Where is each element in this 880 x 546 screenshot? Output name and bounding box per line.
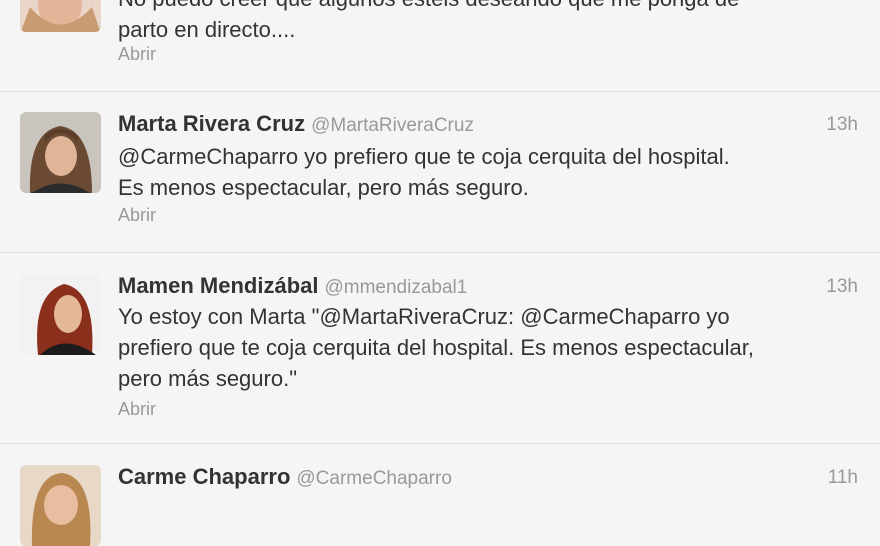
author-name[interactable]: Marta Rivera Cruz @MartaRiveraCruz — [118, 111, 474, 137]
avatar-image — [20, 0, 101, 32]
tweet-item[interactable]: No puedo creer que algunos estéis desean… — [0, 0, 880, 92]
author-handle[interactable]: @MartaRiveraCruz — [311, 115, 474, 136]
tweet-item[interactable]: Marta Rivera Cruz @MartaRiveraCruz 13h @C… — [0, 93, 880, 253]
avatar[interactable] — [20, 112, 101, 193]
avatar-image — [20, 112, 101, 193]
author-name[interactable]: Carme Chaparro @CarmeChaparro — [118, 464, 452, 490]
tweet-timestamp[interactable]: 13h — [826, 276, 858, 298]
tweet-item[interactable]: Carme Chaparro @CarmeChaparro 11h — [0, 445, 880, 546]
avatar-image — [20, 274, 101, 355]
author-handle[interactable]: @CarmeChaparro — [296, 468, 452, 489]
tweet-text: @CarmeChaparro yo prefiero que te coja c… — [118, 144, 730, 200]
open-link[interactable]: Abrir — [118, 399, 156, 420]
avatar[interactable] — [20, 274, 101, 355]
avatar[interactable] — [20, 0, 101, 32]
open-link[interactable]: Abrir — [118, 205, 156, 226]
author-handle[interactable]: @mmendizabal1 — [324, 277, 467, 298]
author-name-text[interactable]: Marta Rivera Cruz — [118, 111, 305, 136]
author-name-text[interactable]: Carme Chaparro — [118, 464, 290, 489]
tweet-timestamp[interactable]: 11h — [828, 467, 858, 489]
open-link[interactable]: Abrir — [118, 44, 156, 65]
tweet-item[interactable]: Mamen Mendizábal @mmendizabal1 13h Yo est… — [0, 254, 880, 444]
author-name-text[interactable]: Mamen Mendizábal — [118, 273, 318, 298]
author-name[interactable]: Mamen Mendizábal @mmendizabal1 — [118, 273, 467, 299]
avatar[interactable] — [20, 465, 101, 546]
tweet-text: No puedo creer que algunos estéis desean… — [118, 0, 739, 42]
avatar-image — [20, 465, 101, 546]
tweet-timestamp[interactable]: 13h — [826, 114, 858, 136]
tweet-text: Yo estoy con Marta "@MartaRiveraCruz: @C… — [118, 304, 754, 391]
tweet-timeline: No puedo creer que algunos estéis desean… — [0, 0, 880, 546]
